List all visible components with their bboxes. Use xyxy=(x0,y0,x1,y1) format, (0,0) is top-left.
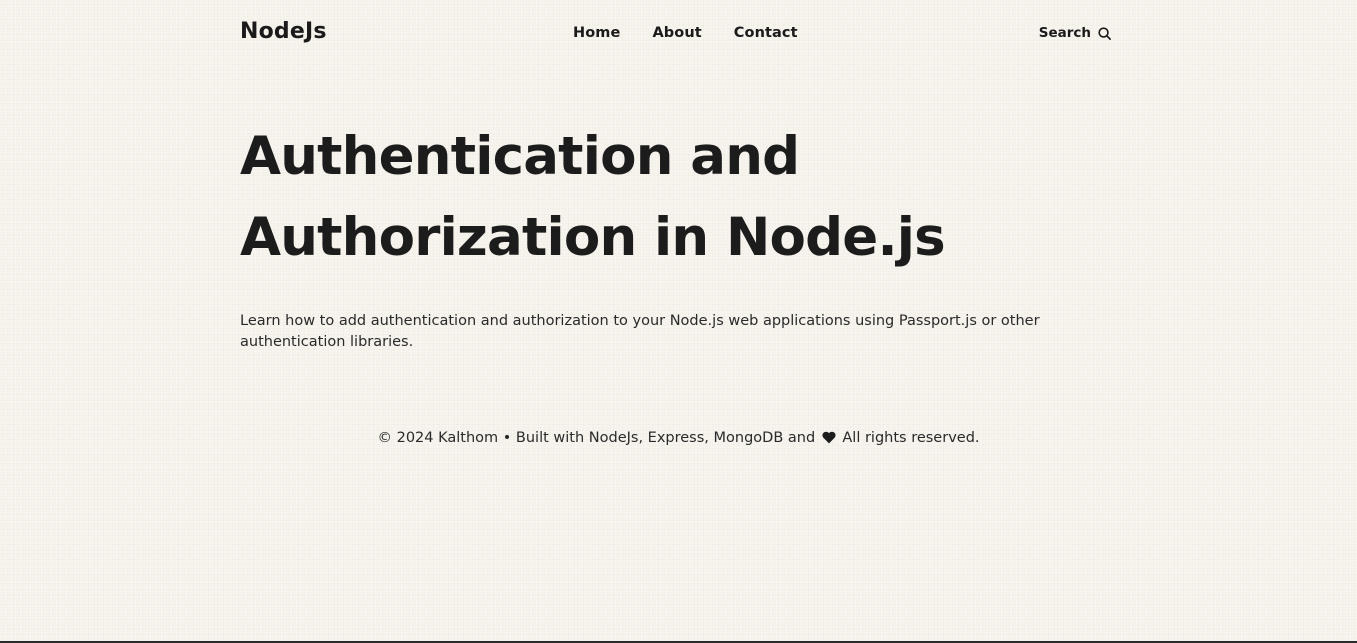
site-header: NodeJs Home About Contact Search xyxy=(240,0,1112,70)
nav-home-link[interactable]: Home xyxy=(573,25,620,41)
search-icon xyxy=(1098,26,1111,40)
main-nav: Home About Contact xyxy=(573,25,798,41)
main-container: NodeJs Home About Contact Search Authent… xyxy=(240,0,1112,350)
footer-copyright: © 2024 Kalthom • Built with NodeJs, Expr… xyxy=(377,430,816,446)
nav-about-link[interactable]: About xyxy=(652,25,701,41)
page-description: Learn how to add authentication and auth… xyxy=(240,313,1040,350)
page-title: Authentication and Authorization in Node… xyxy=(240,126,946,268)
search-button[interactable]: Search xyxy=(1039,25,1112,41)
site-footer: © 2024 Kalthom • Built with NodeJs, Expr… xyxy=(0,430,1357,446)
heart-icon xyxy=(822,431,836,444)
site-logo[interactable]: NodeJs xyxy=(240,19,327,44)
footer-rights: All rights reserved. xyxy=(842,430,980,446)
nav-contact-link[interactable]: Contact xyxy=(734,25,798,41)
search-button-label: Search xyxy=(1038,25,1091,41)
